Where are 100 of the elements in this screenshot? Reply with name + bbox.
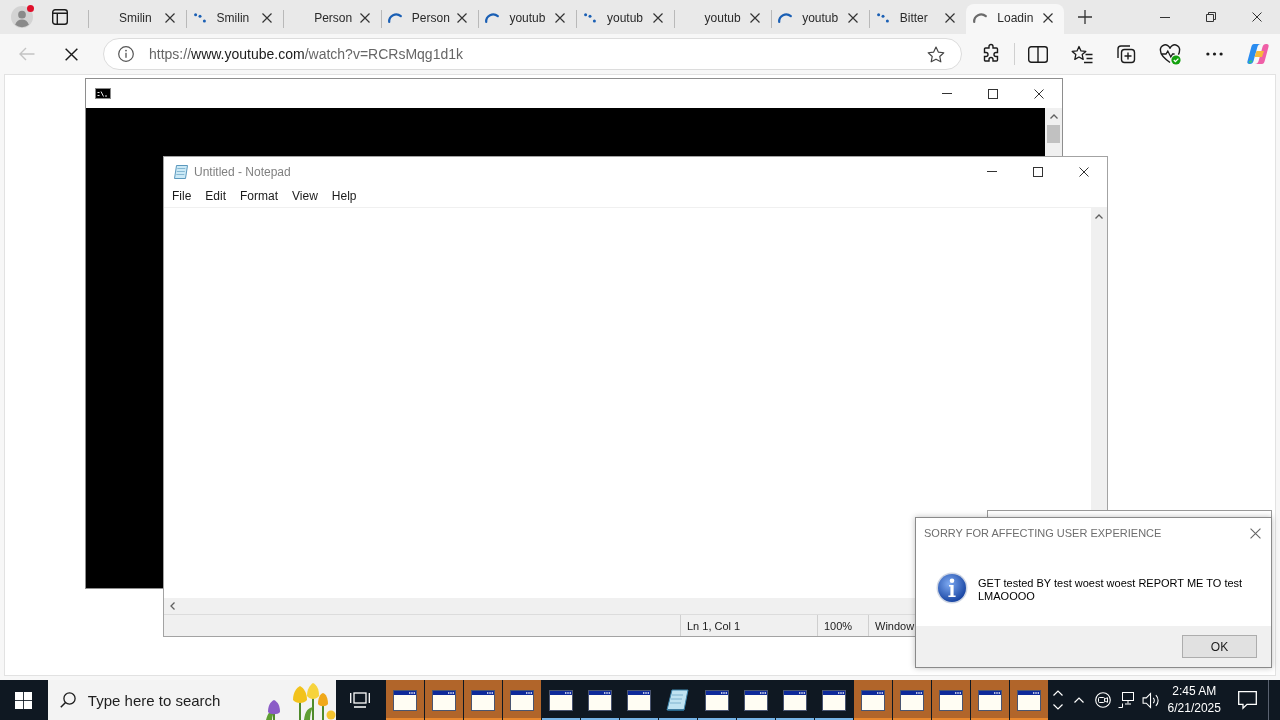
browser-tab[interactable]: Loadin xyxy=(966,4,1064,34)
taskbar-button[interactable] xyxy=(853,680,892,720)
window-icon xyxy=(821,689,846,711)
close-icon[interactable] xyxy=(164,13,175,23)
tabs-icon[interactable] xyxy=(52,9,68,25)
close-icon[interactable] xyxy=(1034,88,1044,99)
camera-icon[interactable] xyxy=(1094,692,1111,708)
close-icon[interactable] xyxy=(945,13,956,23)
scrollbar-thumb[interactable] xyxy=(1047,125,1060,143)
window-title: Untitled - Notepad xyxy=(194,164,291,179)
notepad-icon xyxy=(173,163,189,180)
window-icon xyxy=(509,689,534,711)
close-icon[interactable] xyxy=(457,13,468,23)
heart-pulse-icon[interactable] xyxy=(1159,43,1181,65)
url-text: https://www.youtube.com/watch?v=RCRsMqg1d1k xyxy=(149,46,463,62)
notification-icon[interactable] xyxy=(1237,691,1257,709)
star-list-icon[interactable] xyxy=(1071,44,1093,64)
taskbar-button[interactable] xyxy=(970,680,1009,720)
status-text: 100% xyxy=(824,619,853,632)
dialog-message: GET tested BY test woest woest REPORT ME TO test LMAOOOO xyxy=(978,577,1244,603)
star-icon[interactable] xyxy=(927,45,945,63)
status-text: Window xyxy=(875,619,915,632)
restore-icon[interactable] xyxy=(1206,12,1216,22)
close-icon[interactable] xyxy=(1042,13,1053,23)
dialog-title: SORRY FOR AFFECTING USER EXPERIENCE xyxy=(924,527,1162,539)
browser-tab[interactable]: youtub xyxy=(771,4,869,34)
browser-tab[interactable]: Bitter xyxy=(868,4,967,34)
scroll-left-icon[interactable] xyxy=(169,602,175,610)
menu-item[interactable]: Edit xyxy=(198,187,234,206)
taskbar-button[interactable] xyxy=(463,680,502,720)
menu-item[interactable]: Format xyxy=(233,187,286,206)
ok-button[interactable]: OK xyxy=(1182,635,1257,658)
console-icon xyxy=(95,88,111,99)
chevron-down-icon[interactable] xyxy=(1052,704,1063,710)
window-icon xyxy=(548,689,573,711)
window-icon xyxy=(626,689,651,711)
puzzle-icon[interactable] xyxy=(981,44,1001,64)
chevron-up-icon[interactable] xyxy=(1073,697,1084,703)
close-icon[interactable] xyxy=(359,13,370,23)
squares-plus-icon[interactable] xyxy=(1116,44,1136,64)
close-icon[interactable] xyxy=(652,13,663,23)
loading-spinner-icon xyxy=(485,13,500,23)
task-view-icon[interactable] xyxy=(349,692,370,708)
scroll-up-icon[interactable] xyxy=(1049,114,1058,119)
window-icon xyxy=(938,689,963,711)
loading-spinner-icon xyxy=(973,13,988,23)
taskbar-button[interactable] xyxy=(892,680,931,720)
browser-tab[interactable]: youtub xyxy=(478,4,576,34)
window-icon xyxy=(587,689,612,711)
avatar-icon[interactable] xyxy=(11,6,33,28)
browser-tab[interactable]: Smilin xyxy=(88,4,186,34)
browser-tab[interactable]: Smilin xyxy=(185,4,284,34)
notepad-icon xyxy=(666,689,690,711)
loading-dots-icon xyxy=(193,13,206,23)
maximize-icon[interactable] xyxy=(988,88,998,99)
info-icon[interactable] xyxy=(118,46,134,62)
window-icon xyxy=(392,689,417,711)
window-icon xyxy=(431,689,456,711)
browser-tab[interactable]: Person xyxy=(380,4,479,34)
chevron-up-icon[interactable] xyxy=(1052,690,1063,696)
address-bar[interactable]: https://www.youtube.com/watch?v=RCRsMqg1d1k xyxy=(103,38,962,70)
window-icon xyxy=(470,689,495,711)
menu-item[interactable]: Help xyxy=(324,187,364,206)
close-icon[interactable] xyxy=(262,13,273,23)
menu-item[interactable]: View xyxy=(285,187,325,206)
taskbar-button[interactable] xyxy=(385,680,424,720)
menu-item[interactable]: File xyxy=(165,187,199,206)
more-icon[interactable] xyxy=(1205,52,1223,56)
plus-icon[interactable] xyxy=(1077,10,1092,24)
search-field[interactable]: Type here to search xyxy=(47,680,336,720)
window-icon xyxy=(743,689,768,711)
split-window-icon[interactable] xyxy=(1028,45,1048,63)
window-icon xyxy=(1016,689,1041,711)
window-icon xyxy=(899,689,924,711)
browser-tab[interactable]: youtub xyxy=(673,4,772,34)
taskbar-button[interactable] xyxy=(1009,680,1048,720)
close-icon[interactable] xyxy=(847,13,858,23)
browser-tab[interactable]: youtub xyxy=(575,4,674,34)
close-icon[interactable] xyxy=(1252,12,1262,22)
clock-button[interactable]: 2:45 AM 6/21/2025 xyxy=(1162,680,1227,720)
window-icon xyxy=(782,689,807,711)
windows-logo-icon[interactable] xyxy=(15,691,33,709)
loading-dots-icon xyxy=(583,13,596,23)
cross-icon[interactable] xyxy=(64,47,78,61)
taskbar-button[interactable] xyxy=(931,680,970,720)
info-icon xyxy=(936,572,968,604)
scroll-up-icon[interactable] xyxy=(1095,213,1103,219)
close-icon[interactable] xyxy=(1079,166,1089,177)
taskbar-button[interactable] xyxy=(502,680,541,720)
window-icon xyxy=(860,689,885,711)
app-logo-icon[interactable] xyxy=(1247,43,1269,65)
close-icon[interactable] xyxy=(554,13,565,23)
speaker-icon[interactable] xyxy=(1142,692,1159,708)
close-icon[interactable] xyxy=(750,13,761,23)
taskbar-button[interactable] xyxy=(424,680,463,720)
maximize-icon[interactable] xyxy=(1033,166,1043,177)
minimize-icon[interactable] xyxy=(1160,16,1170,18)
window-icon xyxy=(977,689,1002,711)
browser-tab[interactable]: Person xyxy=(283,4,381,34)
network-icon[interactable] xyxy=(1118,692,1135,708)
